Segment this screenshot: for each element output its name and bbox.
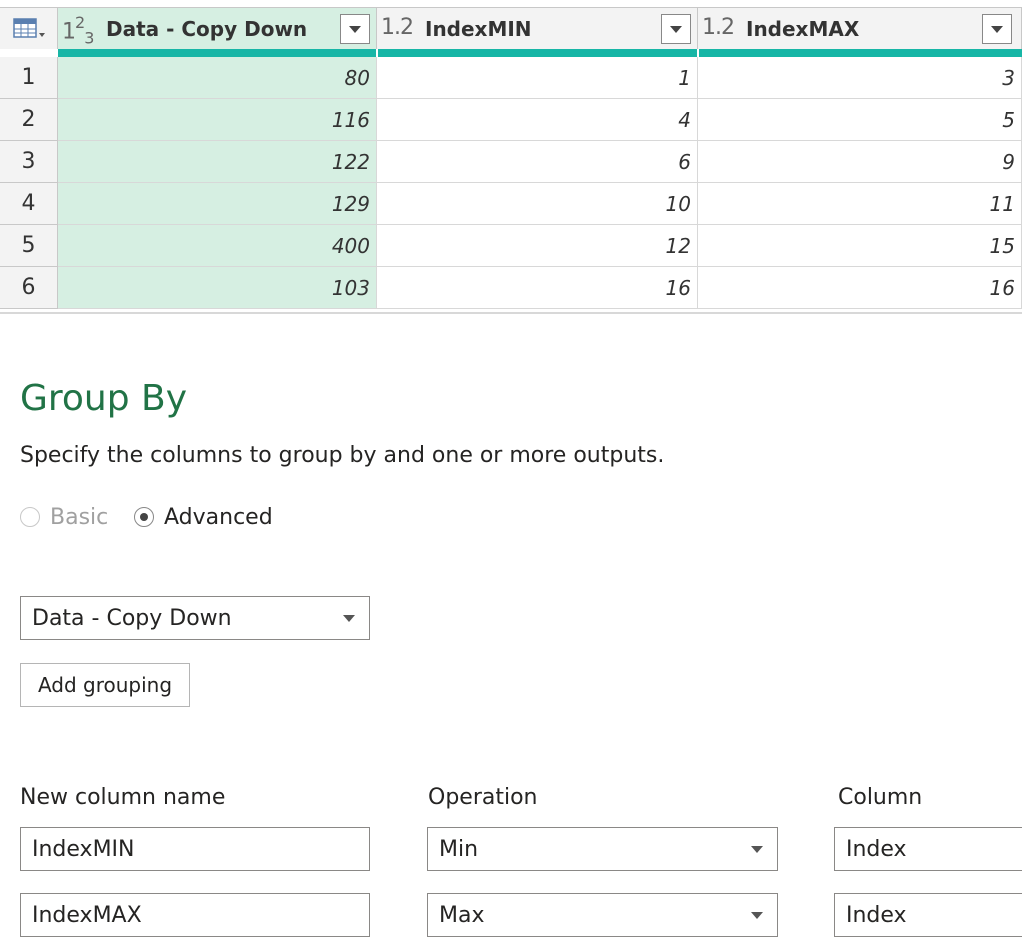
radio-checked-icon <box>134 507 154 527</box>
radio-unchecked-icon <box>20 507 40 527</box>
table-icon <box>12 17 45 38</box>
decimal-type-icon[interactable]: 1.2 <box>381 15 414 40</box>
table-cell[interactable]: 16 <box>377 267 698 309</box>
column-filter-button[interactable] <box>340 14 370 44</box>
whole-number-type-icon[interactable]: 123 <box>62 13 94 48</box>
column-header-label: IndexMIN <box>425 17 532 41</box>
column-quality-bar <box>58 49 1022 57</box>
row-number[interactable]: 5 <box>0 225 58 267</box>
table-cell[interactable]: 6 <box>377 141 698 183</box>
table-row: 6 103 16 16 <box>0 267 1022 309</box>
column-select[interactable]: Index <box>834 893 1022 937</box>
table-cell[interactable]: 12 <box>377 225 698 267</box>
table-cell[interactable]: 129 <box>58 183 377 225</box>
row-number[interactable]: 3 <box>0 141 58 183</box>
new-column-name-header: New column name <box>20 785 226 810</box>
operation-value: Min <box>439 836 479 862</box>
table-cell[interactable]: 3 <box>698 57 1022 99</box>
column-header-label: Data - Copy Down <box>106 17 308 41</box>
basic-mode-label: Basic <box>50 504 109 530</box>
data-grid: 123 Data - Copy Down 1.2 IndexMIN 1.2 In… <box>0 0 1022 314</box>
table-cell[interactable]: 11 <box>698 183 1022 225</box>
table-cell[interactable]: 400 <box>58 225 377 267</box>
table-row: 2 116 4 5 <box>0 99 1022 141</box>
table-cell[interactable]: 116 <box>58 99 377 141</box>
chevron-down-icon <box>349 25 361 33</box>
dialog-description: Specify the columns to group by and one … <box>20 443 665 468</box>
operation-header: Operation <box>428 785 538 810</box>
advanced-mode-radio[interactable]: Advanced <box>134 503 273 531</box>
column-header-indexmin[interactable]: 1.2 IndexMIN <box>377 7 698 49</box>
column-header-data-copy-down[interactable]: 123 Data - Copy Down <box>58 7 377 49</box>
table-cell[interactable]: 10 <box>377 183 698 225</box>
operation-select[interactable]: Min <box>427 827 778 871</box>
advanced-mode-label: Advanced <box>164 504 273 530</box>
row-number[interactable]: 4 <box>0 183 58 225</box>
column-filter-button[interactable] <box>982 14 1012 44</box>
row-number[interactable]: 6 <box>0 267 58 309</box>
row-number[interactable]: 1 <box>0 57 58 99</box>
new-column-name-field[interactable]: IndexMIN <box>20 827 370 871</box>
table-row: 5 400 12 15 <box>0 225 1022 267</box>
new-column-name-value: IndexMIN <box>32 836 135 862</box>
column-quality-divider <box>697 49 699 57</box>
chevron-down-icon <box>751 846 763 853</box>
chevron-down-icon <box>343 615 355 622</box>
table-cell[interactable]: 16 <box>698 267 1022 309</box>
table-row: 3 122 6 9 <box>0 141 1022 183</box>
column-header: Column <box>838 785 923 810</box>
table-cell[interactable]: 9 <box>698 141 1022 183</box>
table-row: 4 129 10 11 <box>0 183 1022 225</box>
decimal-type-icon[interactable]: 1.2 <box>702 15 735 40</box>
new-column-name-value: IndexMAX <box>32 902 142 928</box>
table-cell[interactable]: 80 <box>58 57 377 99</box>
column-header-label: IndexMAX <box>746 17 860 41</box>
add-grouping-button[interactable]: Add grouping <box>20 663 190 707</box>
row-number[interactable]: 2 <box>0 99 58 141</box>
new-column-name-field[interactable]: IndexMAX <box>20 893 370 937</box>
column-filter-button[interactable] <box>661 14 691 44</box>
column-header-indexmax[interactable]: 1.2 IndexMAX <box>698 7 1022 49</box>
table-cell[interactable]: 4 <box>377 99 698 141</box>
table-cell[interactable]: 103 <box>58 267 377 309</box>
table-cell[interactable]: 5 <box>698 99 1022 141</box>
chevron-down-icon <box>751 912 763 919</box>
table-cell[interactable]: 15 <box>698 225 1022 267</box>
group-by-column-select[interactable]: Data - Copy Down <box>20 596 370 640</box>
operation-value: Max <box>439 902 485 928</box>
basic-mode-radio[interactable]: Basic <box>20 503 108 531</box>
table-cell[interactable]: 1 <box>377 57 698 99</box>
group-by-column-value: Data - Copy Down <box>32 605 232 631</box>
operation-select[interactable]: Max <box>427 893 778 937</box>
column-value: Index <box>846 902 907 928</box>
chevron-down-icon <box>670 25 682 33</box>
table-cell[interactable]: 122 <box>58 141 377 183</box>
column-quality-divider <box>376 49 378 57</box>
table-row: 1 80 1 3 <box>0 57 1022 99</box>
column-value: Index <box>846 836 907 862</box>
table-menu-button[interactable] <box>0 7 58 49</box>
column-select[interactable]: Index <box>834 827 1022 871</box>
dialog-title: Group By <box>20 378 188 419</box>
chevron-down-icon <box>991 25 1003 33</box>
